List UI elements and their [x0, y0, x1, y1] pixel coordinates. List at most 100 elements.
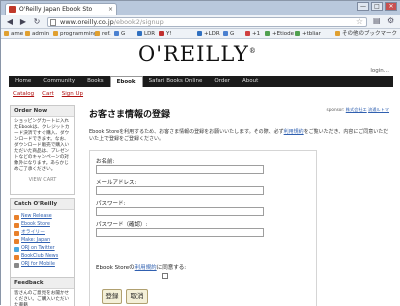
bookmarks-bar: ame admin programming ref. G LDR Y! +LDR… [1, 29, 400, 39]
oreilly-favicon-icon [9, 6, 16, 13]
sidebar-link[interactable]: Ebook Store [14, 222, 71, 228]
rss-icon [14, 238, 19, 244]
nav-books[interactable]: Books [81, 76, 110, 87]
name-label: お名前: [96, 159, 115, 165]
password-confirm-input[interactable] [96, 228, 264, 237]
order-now-text: ショッピングカートに入れたEbookは、クレジットカード決済ですぐ購入、ダウンロ… [14, 119, 70, 172]
page-icon [50, 19, 56, 26]
intro-text: Ebook Storeを利用するため、お客さま情報の登録をお願いいたします。その… [89, 129, 389, 142]
ldr-icon [197, 31, 202, 36]
browser-tab[interactable]: O'Reilly Japan Ebook Sto × [5, 3, 117, 15]
bookmark-item[interactable]: +tbliar [295, 29, 321, 38]
bookmark-item[interactable]: LDR [137, 29, 155, 38]
main-content: お客さま情報の登録 sponsor: 株式会社エ 流通ルトマ Ebook Sto… [89, 107, 395, 306]
rss-icon [14, 214, 19, 220]
other-bookmarks[interactable]: その他のブックマーク [335, 29, 397, 38]
window-controls: — □ ✕ [357, 2, 397, 11]
sponsor-link[interactable]: 株式会社エ [346, 107, 367, 112]
bookmark-item[interactable]: G [223, 29, 234, 38]
minimize-button[interactable]: — [357, 2, 369, 11]
bookmark-item[interactable]: ref. [95, 29, 111, 38]
feedback-title: Feedback [11, 278, 74, 289]
bookmark-item[interactable]: admin [25, 29, 49, 38]
back-arrow-icon[interactable]: ◀ [5, 17, 15, 27]
sidebar-link[interactable]: New Release [14, 214, 71, 220]
email-input[interactable] [96, 186, 264, 195]
wrench-menu-icon[interactable]: ⚙ [387, 16, 394, 25]
sidebar-link[interactable]: ORJ for Mobile [14, 262, 71, 268]
sidebar-link[interactable]: Make: Japan [14, 238, 71, 244]
bookmark-item[interactable]: +1 [245, 29, 260, 38]
register-button[interactable]: 登録 [102, 289, 122, 304]
login-link[interactable]: login... [370, 68, 389, 74]
catalog-link[interactable]: Catalog [13, 91, 34, 97]
agree-label: Ebook Storeの利用規約に同意する: [96, 265, 187, 271]
sidebar-link[interactable]: ORJ on Twitter [14, 246, 71, 252]
cart-link[interactable]: Cart [42, 91, 54, 97]
main-nav: Home Community Books Ebook Safari Books … [9, 76, 393, 87]
tab-title: O'Reilly Japan Ebook Sto [19, 6, 93, 13]
bookmark-star-icon[interactable]: ☆ [356, 17, 363, 26]
nav-home[interactable]: Home [9, 76, 37, 87]
ldr-icon [137, 31, 142, 36]
browser-window: O'Reilly Japan Ebook Sto × — □ ✕ ◀ ▶ ↻ w… [0, 0, 400, 306]
rss-icon [14, 222, 19, 228]
folder-icon [4, 31, 9, 36]
bookmark-item[interactable]: +Etiode [265, 29, 294, 38]
nav-safari[interactable]: Safari Books Online [143, 76, 209, 87]
yahoo-icon [159, 31, 164, 36]
nav-ebook[interactable]: Ebook [109, 76, 143, 87]
mobile-icon [14, 262, 19, 268]
nav-order[interactable]: Order [208, 76, 236, 87]
password-confirm-label: パスワード（確認）: [96, 222, 148, 228]
bookmark-item[interactable]: +LDR [197, 29, 220, 38]
bookmark-item[interactable]: G [114, 29, 125, 38]
name-input[interactable] [96, 165, 264, 174]
sidebar-link[interactable]: オライリー [14, 230, 71, 236]
nav-community[interactable]: Community [37, 76, 81, 87]
feedback-text: 皆さんのご意見をお聞かせください。ご購入いただいた書籍 [14, 291, 70, 306]
view-cart-icon[interactable]: VIEW CART [11, 177, 74, 183]
address-bar[interactable]: www.oreilly.co.jp/ebook2/signup ☆ [47, 17, 367, 27]
url-host: www.oreilly.co.jp [60, 18, 114, 26]
rss-icon [14, 254, 19, 260]
folder-icon [95, 31, 100, 36]
feedback-box: Feedback 皆さんのご意見をお聞かせください。ご購入いただいた書籍 [10, 277, 75, 306]
catch-oreilly-title: Catch O'Reilly [11, 199, 74, 210]
folder-icon [25, 31, 30, 36]
nav-about[interactable]: About [236, 76, 264, 87]
email-label: メールアドレス: [96, 180, 137, 186]
tab-close-icon[interactable]: × [108, 4, 113, 15]
cancel-button[interactable]: 取消 [126, 289, 148, 304]
oreilly-logo[interactable]: O'REILLY® [138, 42, 257, 66]
bookmark-item[interactable]: programming [53, 29, 97, 38]
google-icon [114, 31, 119, 36]
folder-icon [53, 31, 58, 36]
sponsor-area: sponsor: 株式会社エ 流通ルトマ [326, 107, 389, 112]
reload-icon[interactable]: ↻ [32, 17, 42, 27]
signup-link[interactable]: Sign Up [62, 91, 83, 97]
order-now-title: Order Now [11, 106, 74, 117]
tab-strip: O'Reilly Japan Ebook Sto × — □ ✕ [1, 1, 400, 15]
sidebar-link[interactable]: BookClub News [14, 254, 71, 260]
terms-link[interactable]: 利用規約 [135, 265, 157, 271]
forward-arrow-icon[interactable]: ▶ [18, 17, 28, 27]
order-now-box: Order Now ショッピングカートに入れたEbookは、クレジットカード決済… [10, 105, 75, 195]
url-path: /ebook2/signup [113, 18, 164, 26]
password-input[interactable] [96, 207, 264, 216]
web-page: O'REILLY® login... Home Community Books … [1, 39, 400, 306]
twitter-icon [14, 246, 19, 252]
signup-form: お名前: メールアドレス: パスワード: パスワード（確認）: Ebook St… [89, 150, 317, 306]
close-window-button[interactable]: ✕ [385, 2, 397, 11]
page-menu-icon[interactable]: ▤ [373, 16, 381, 25]
terms-link[interactable]: 利用規約 [284, 129, 304, 135]
sub-nav: Catalog Cart Sign Up [13, 91, 83, 97]
agree-checkbox[interactable] [162, 273, 168, 279]
bookmark-item[interactable]: ame [4, 29, 23, 38]
sponsor-link[interactable]: 流通ルトマ [368, 107, 389, 112]
bookmark-icon [295, 31, 300, 36]
password-label: パスワード: [96, 201, 126, 207]
maximize-button[interactable]: □ [371, 2, 383, 11]
bookmark-item[interactable]: Y! [159, 29, 172, 38]
catch-oreilly-links: New Release Ebook Store オライリー Make: Japa… [11, 210, 74, 270]
